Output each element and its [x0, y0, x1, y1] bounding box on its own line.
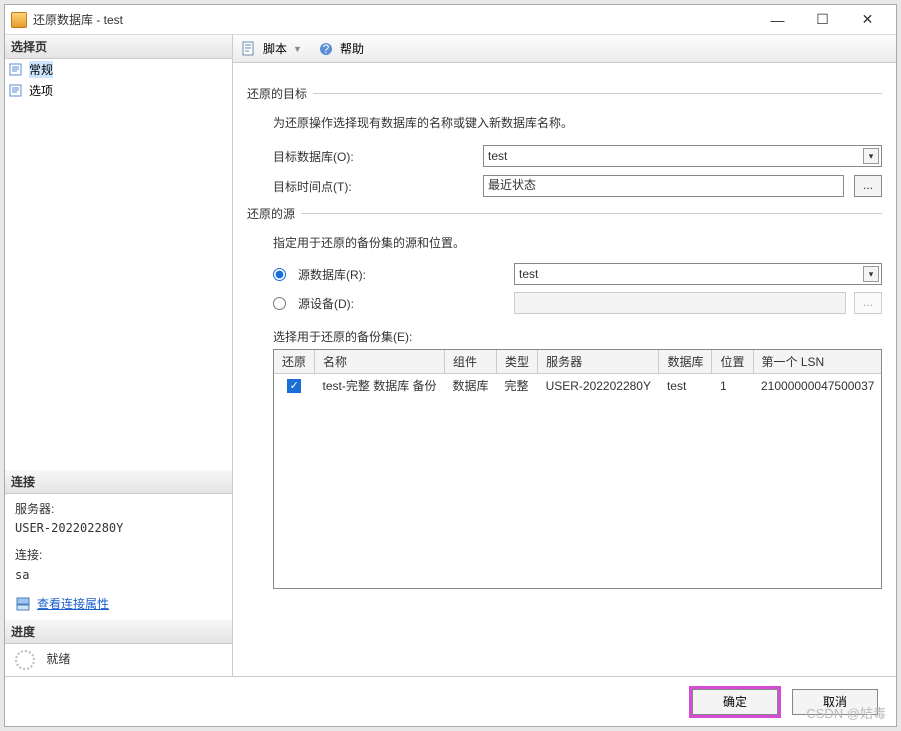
- src-desc: 指定用于还原的备份集的源和位置。: [273, 234, 882, 251]
- radio-db-label: 源数据库(R):: [298, 266, 506, 283]
- conn-label: 连接:: [15, 546, 222, 565]
- sidebar-header-select-page: 选择页: [5, 35, 232, 59]
- dest-db-label: 目标数据库(O):: [273, 148, 473, 165]
- source-db-combo[interactable]: test ▾: [514, 263, 882, 285]
- radio-device-label: 源设备(D):: [298, 295, 506, 312]
- page-icon: [9, 63, 25, 77]
- row-checkbox[interactable]: ✓: [287, 379, 301, 393]
- select-sets-label: 选择用于还原的备份集(E):: [273, 328, 882, 345]
- radio-source-device[interactable]: [273, 297, 286, 310]
- toolbar: 脚本 ▼ ? 帮助: [233, 35, 896, 63]
- spinner-icon: [15, 650, 35, 670]
- window-title: 还原数据库 - test: [33, 11, 755, 28]
- col-name[interactable]: 名称: [315, 350, 445, 374]
- source-device-field: [514, 292, 846, 314]
- sidebar-item-label: 常规: [29, 61, 53, 78]
- col-restore[interactable]: 还原: [274, 350, 315, 374]
- radio-source-database[interactable]: [273, 268, 286, 281]
- source-device-browse-button: ...: [854, 292, 882, 314]
- cell-type: 完整: [497, 374, 538, 398]
- col-position[interactable]: 位置: [712, 350, 753, 374]
- chevron-down-icon[interactable]: ▾: [863, 148, 879, 164]
- script-button[interactable]: 脚本: [263, 40, 287, 57]
- col-server[interactable]: 服务器: [538, 350, 659, 374]
- database-icon: [11, 12, 27, 28]
- script-icon: [241, 41, 257, 57]
- status-text: 就绪: [46, 652, 70, 666]
- dest-db-value: test: [488, 149, 507, 163]
- dest-desc: 为还原操作选择现有数据库的名称或键入新数据库名称。: [273, 114, 882, 131]
- chevron-down-icon[interactable]: ▾: [863, 266, 879, 282]
- dialog-footer: 确定 取消: [5, 676, 896, 726]
- view-connection-props-link[interactable]: 查看连接属性: [37, 595, 109, 614]
- minimize-button[interactable]: —: [755, 6, 800, 34]
- col-type[interactable]: 类型: [497, 350, 538, 374]
- cell-first-lsn: 21000000047500037: [753, 374, 882, 398]
- col-first-lsn[interactable]: 第一个 LSN: [753, 350, 882, 374]
- server-icon: [15, 596, 31, 612]
- table-row[interactable]: ✓ test-完整 数据库 备份 数据库 完整 USER-202202280Y …: [274, 374, 882, 398]
- help-button[interactable]: 帮助: [340, 40, 364, 57]
- close-button[interactable]: ✕: [845, 6, 890, 34]
- server-label: 服务器:: [15, 500, 222, 519]
- backup-sets-grid[interactable]: 还原 名称 组件 类型 服务器 数据库 位置 第一个 LSN 最后一: [273, 349, 882, 589]
- sidebar-header-connection: 连接: [5, 470, 232, 494]
- cell-component: 数据库: [445, 374, 497, 398]
- sidebar-item-label: 选项: [29, 82, 53, 99]
- conn-value: sa: [15, 566, 222, 585]
- ok-button[interactable]: 确定: [692, 689, 778, 715]
- dest-header: 还原的目标: [247, 85, 307, 102]
- col-database[interactable]: 数据库: [659, 350, 712, 374]
- src-header: 还原的源: [247, 205, 295, 222]
- sidebar-item-options[interactable]: 选项: [5, 80, 232, 101]
- cell-database: test: [659, 374, 712, 398]
- maximize-button[interactable]: ☐: [800, 6, 845, 34]
- dest-time-label: 目标时间点(T):: [273, 178, 473, 195]
- sidebar: 选择页 常规 选项 连接 服务器: USER-202202280Y 连接: sa: [5, 35, 233, 676]
- server-value: USER-202202280Y: [15, 519, 222, 538]
- dest-time-field[interactable]: 最近状态: [483, 175, 844, 197]
- dest-time-browse-button[interactable]: ...: [854, 175, 882, 197]
- cell-position: 1: [712, 374, 753, 398]
- connection-info: 服务器: USER-202202280Y 连接: sa 查看连接属性: [5, 494, 232, 620]
- sidebar-header-progress: 进度: [5, 620, 232, 644]
- dest-db-combo[interactable]: test ▾: [483, 145, 882, 167]
- progress-block: 就绪: [5, 644, 232, 676]
- source-db-value: test: [519, 267, 538, 281]
- cell-name: test-完整 数据库 备份: [315, 374, 445, 398]
- dest-time-value: 最近状态: [488, 178, 536, 192]
- svg-text:?: ?: [323, 42, 330, 56]
- help-icon: ?: [318, 41, 334, 57]
- titlebar: 还原数据库 - test — ☐ ✕: [5, 5, 896, 35]
- page-icon: [9, 84, 25, 98]
- cancel-button[interactable]: 取消: [792, 689, 878, 715]
- sidebar-item-general[interactable]: 常规: [5, 59, 232, 80]
- script-dropdown[interactable]: ▼: [293, 44, 302, 54]
- col-component[interactable]: 组件: [445, 350, 497, 374]
- cell-server: USER-202202280Y: [538, 374, 659, 398]
